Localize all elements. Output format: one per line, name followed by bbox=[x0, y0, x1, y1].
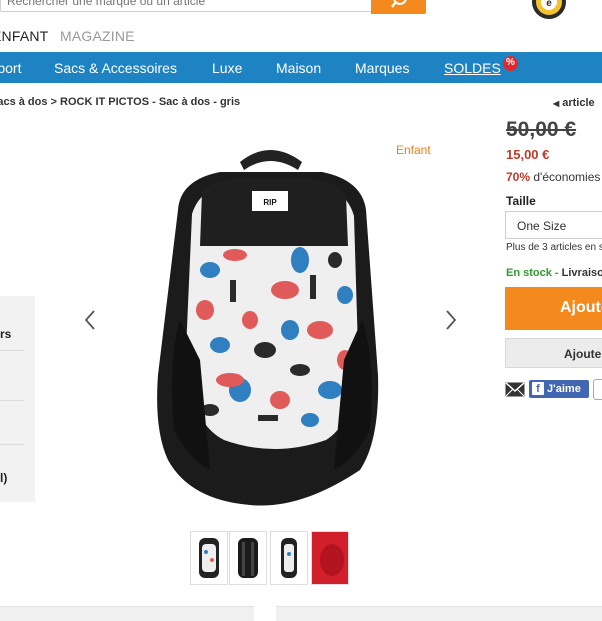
menu-item-sacs-accessoires[interactable]: Sacs & Accessoires bbox=[54, 60, 177, 76]
size-select[interactable]: One Size bbox=[505, 211, 602, 239]
search-field[interactable] bbox=[0, 0, 372, 13]
menu-item-maison[interactable]: Maison bbox=[276, 60, 321, 76]
search-input[interactable] bbox=[1, 0, 369, 13]
thumbnail-back[interactable] bbox=[229, 531, 267, 585]
search-icon bbox=[391, 0, 407, 8]
svg-text:RIP: RIP bbox=[263, 198, 277, 207]
bottom-panel-right bbox=[276, 606, 602, 621]
svg-text:e: e bbox=[546, 0, 552, 9]
stock-in-label: En stock bbox=[506, 267, 552, 279]
category-menu: Sport Sacs & Accessoires Luxe Maison Mar… bbox=[0, 52, 602, 83]
divider bbox=[0, 400, 24, 401]
filter-item[interactable]: rs bbox=[0, 327, 11, 341]
guarantee-seal-icon: e bbox=[532, 0, 566, 19]
stock-separator: - bbox=[554, 267, 559, 279]
bottom-panel-left bbox=[0, 606, 254, 621]
menu-item-soldes[interactable]: SOLDES bbox=[444, 60, 501, 76]
filter-panel: rs l) bbox=[0, 296, 35, 502]
facebook-like-label: J'aime bbox=[547, 383, 581, 395]
thumbnail-image bbox=[312, 532, 348, 584]
old-price: 50,00 € bbox=[506, 118, 577, 141]
menu-item-marques[interactable]: Marques bbox=[355, 60, 409, 76]
divider bbox=[0, 444, 24, 445]
mail-icon[interactable] bbox=[505, 382, 525, 397]
chevron-right-icon[interactable] bbox=[443, 307, 459, 333]
previous-article-link[interactable]: ◀ article bbox=[553, 97, 595, 109]
thumbnail-side[interactable] bbox=[270, 531, 308, 585]
breadcrumb[interactable]: Sacs à dos > ROCK IT PICTOS - Sac à dos … bbox=[0, 96, 240, 108]
facebook-like-button[interactable]: f J'aime bbox=[529, 380, 589, 398]
menu-item-sport[interactable]: Sport bbox=[0, 60, 21, 76]
savings-text: d'économies bbox=[533, 170, 601, 184]
menu-item-luxe[interactable]: Luxe bbox=[212, 60, 242, 76]
add-to-list-button[interactable]: Ajouter bbox=[505, 338, 602, 368]
thumbnail-image bbox=[238, 538, 258, 578]
savings: 70% d'économies bbox=[506, 170, 600, 184]
soldes-badge: % bbox=[503, 56, 518, 71]
add-to-cart-button[interactable]: Ajouter bbox=[505, 287, 602, 330]
product-image: RIP bbox=[157, 150, 379, 506]
nav-magazine[interactable]: MAGAZINE bbox=[60, 28, 135, 44]
size-label: Taille bbox=[506, 194, 536, 208]
stock-status: En stock - Livraison bbox=[506, 267, 602, 279]
facebook-icon: f bbox=[532, 382, 544, 395]
thumbnail-image bbox=[281, 538, 297, 578]
thumbnail-inside[interactable] bbox=[311, 531, 349, 585]
thumbnail-front[interactable] bbox=[190, 531, 228, 585]
delivery-label: Livraison bbox=[561, 267, 602, 279]
savings-percent: 70% bbox=[506, 170, 531, 184]
share-count-box[interactable] bbox=[593, 379, 602, 400]
nav-enfant[interactable]: ENFANT bbox=[0, 28, 48, 44]
filter-item[interactable]: l) bbox=[0, 471, 7, 485]
sale-price: 15,00 € bbox=[506, 147, 550, 162]
caret-left-icon: ◀ bbox=[553, 99, 560, 108]
divider bbox=[0, 350, 24, 351]
search-button[interactable] bbox=[371, 0, 426, 14]
previous-article-label: article bbox=[562, 97, 595, 109]
stock-note: Plus de 3 articles en stock bbox=[506, 242, 602, 253]
thumbnail-image bbox=[199, 538, 219, 578]
chevron-left-icon[interactable] bbox=[82, 307, 98, 333]
